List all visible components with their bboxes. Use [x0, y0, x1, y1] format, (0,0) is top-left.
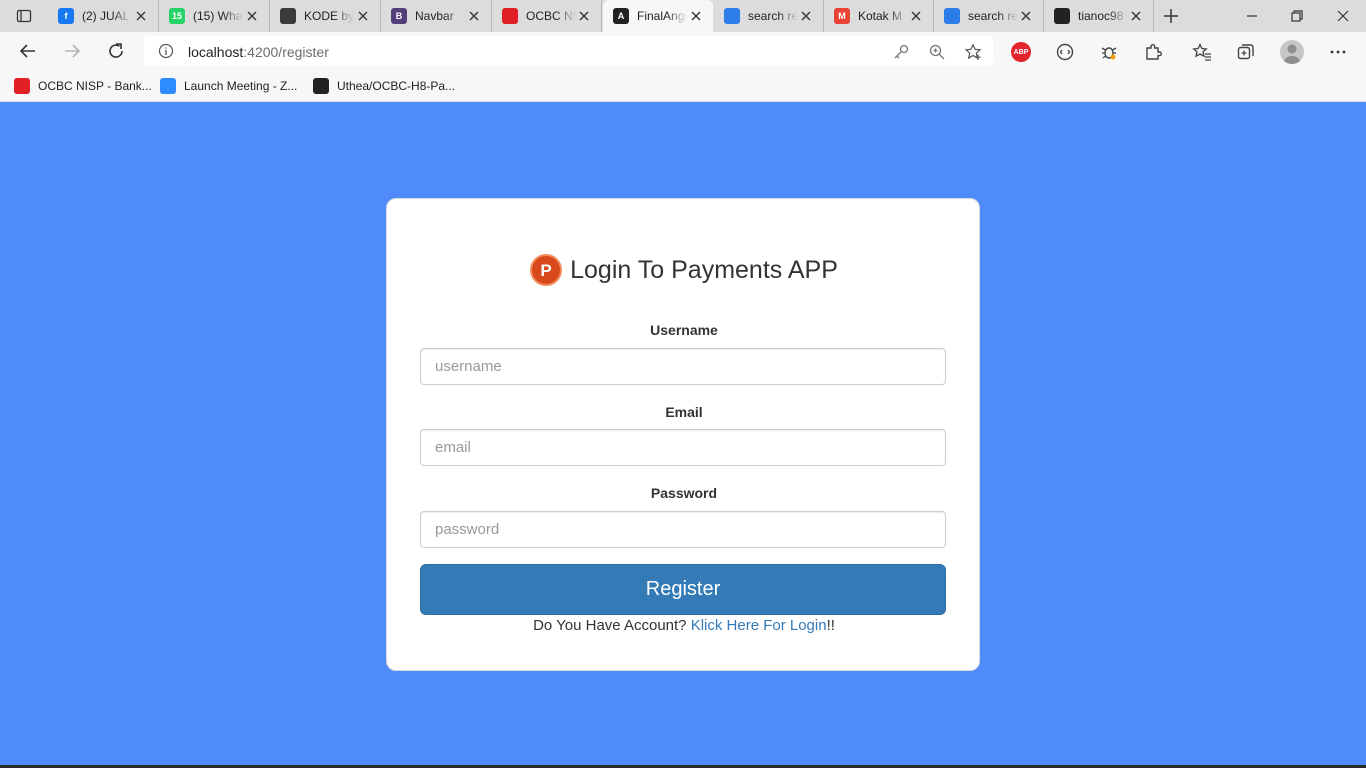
password-label: Password	[650, 485, 718, 501]
login-link-text: Klick Here For Login	[690, 617, 827, 634]
register-button[interactable]: Register	[420, 564, 946, 615]
new-tab-plus-icon[interactable]	[1162, 7, 1180, 25]
bookmarks-bar: OCBC NISP - Bank... Launch Meeting - Z..…	[0, 70, 1366, 102]
address-bar[interactable]: localhost:4200/register	[144, 36, 993, 66]
close-icon[interactable]	[799, 9, 813, 23]
minimize-icon[interactable]	[1244, 8, 1260, 24]
logo-letter: P	[540, 261, 551, 280]
tab-strip: f (2) JUAL 15 (15) WhatsApp KODE by B Na…	[0, 0, 1366, 32]
bookmark-zoom[interactable]: Launch Meeting - Z...	[160, 76, 297, 96]
tab-5-active[interactable]: A FinalAngular	[603, 0, 713, 32]
close-icon[interactable]	[689, 9, 703, 23]
tab-0[interactable]: f (2) JUAL	[48, 0, 159, 32]
bootstrap-icon: B	[391, 8, 407, 24]
back-arrow-icon[interactable]	[18, 41, 38, 61]
tab-title: search res	[968, 9, 1018, 23]
tab-6[interactable]: search res	[714, 0, 824, 32]
close-icon[interactable]	[356, 9, 370, 23]
tab-title: search res	[748, 9, 798, 23]
bookmark-label: Launch Meeting - Z...	[184, 79, 298, 93]
zoom-icon[interactable]	[928, 43, 946, 61]
tab-actions-icon	[16, 9, 32, 23]
payments-logo-icon: P	[530, 254, 563, 286]
navigation-bar: localhost:4200/register ABP	[0, 32, 1366, 70]
tab-title: Navbar	[415, 9, 454, 23]
kode-icon	[280, 8, 296, 24]
extension-circle-icon[interactable]	[1055, 42, 1075, 62]
ocbc-icon	[502, 8, 518, 24]
tab-title: (2) JUAL	[82, 9, 130, 23]
password-input[interactable]	[420, 511, 946, 548]
url-path: :4200/register	[243, 44, 329, 60]
login-prompt: Do You Have Account? Klick Here For Logi…	[387, 617, 981, 634]
bing-icon	[944, 8, 960, 24]
facebook-icon: f	[58, 8, 74, 24]
bing-icon	[724, 8, 740, 24]
close-icon[interactable]	[909, 9, 923, 23]
restore-icon[interactable]	[1289, 8, 1305, 24]
tab-7[interactable]: M Kotak M	[824, 0, 934, 32]
account-prompt-text: Do You Have Account?	[533, 617, 687, 634]
close-window-icon[interactable]	[1335, 8, 1351, 24]
login-link[interactable]: Klick Here For Login	[691, 617, 827, 634]
site-info-icon[interactable]	[158, 43, 174, 59]
url-host: localhost	[188, 44, 244, 60]
more-menu-icon[interactable]	[1328, 42, 1348, 62]
profile-avatar[interactable]	[1280, 40, 1304, 64]
username-label: Username	[650, 322, 718, 338]
tab-actions-button[interactable]	[10, 6, 38, 26]
email-input[interactable]	[420, 429, 946, 466]
tab-title: OCBC NISP	[526, 9, 576, 23]
tab-2[interactable]: KODE by	[270, 0, 381, 32]
collections-icon[interactable]	[1236, 42, 1256, 62]
tab-1[interactable]: 15 (15) WhatsApp	[159, 0, 270, 32]
adblock-plus-icon[interactable]: ABP	[1011, 42, 1031, 62]
login-link-suffix: !!	[826, 617, 835, 634]
bookmark-ocbc[interactable]: OCBC NISP - Bank...	[14, 76, 152, 96]
ocbc-icon	[14, 78, 30, 94]
tab-title: FinalAngular	[637, 9, 687, 23]
page-body: P Login To Payments APP Username Email P…	[0, 103, 1366, 768]
github-icon	[313, 78, 329, 94]
card-heading: P Login To Payments APP	[387, 254, 981, 286]
bookmark-label: Uthea/OCBC-H8-Pa...	[337, 79, 456, 93]
github-icon	[1054, 8, 1070, 24]
username-input[interactable]	[420, 348, 946, 385]
add-favorite-icon[interactable]	[964, 43, 982, 61]
angular-icon: A	[613, 8, 629, 24]
close-icon[interactable]	[1129, 9, 1143, 23]
adblock-label: ABP	[1013, 48, 1029, 56]
logo-letter-icon: P	[540, 261, 551, 280]
tab-8[interactable]: search res	[934, 0, 1044, 32]
email-label: Email	[665, 404, 703, 420]
close-icon[interactable]	[245, 9, 259, 23]
bookmark-label: OCBC NISP - Bank...	[38, 79, 152, 93]
tab-title: Kotak M	[858, 9, 903, 23]
close-icon[interactable]	[577, 9, 591, 23]
tab-4[interactable]: OCBC NISP	[492, 0, 602, 32]
refresh-icon[interactable]	[106, 41, 126, 61]
tab-3[interactable]: B Navbar	[381, 0, 492, 32]
key-icon[interactable]	[892, 43, 910, 61]
url-text: localhost:4200/register	[188, 44, 329, 60]
tab-title: tianoc98	[1078, 9, 1124, 23]
favorites-icon[interactable]	[1192, 42, 1212, 62]
bookmark-github[interactable]: Uthea/OCBC-H8-Pa...	[313, 76, 455, 96]
tab-9[interactable]: tianoc98	[1044, 0, 1154, 32]
close-icon[interactable]	[1019, 9, 1033, 23]
person-icon	[1283, 44, 1301, 64]
zoom-icon	[160, 78, 176, 94]
whatsapp-icon: 15	[169, 8, 185, 24]
tab-title: KODE by	[304, 9, 354, 23]
page-title: Login To Payments APP	[570, 255, 838, 284]
extensions-puzzle-icon[interactable]	[1143, 42, 1163, 62]
register-card: P Login To Payments APP Username Email P…	[386, 198, 980, 671]
forward-arrow-icon[interactable]	[62, 41, 82, 61]
tab-title: (15) WhatsApp	[193, 9, 243, 23]
bug-extension-icon[interactable]	[1099, 42, 1119, 62]
gmail-icon: M	[834, 8, 850, 24]
close-icon[interactable]	[467, 9, 481, 23]
close-icon[interactable]	[134, 9, 148, 23]
